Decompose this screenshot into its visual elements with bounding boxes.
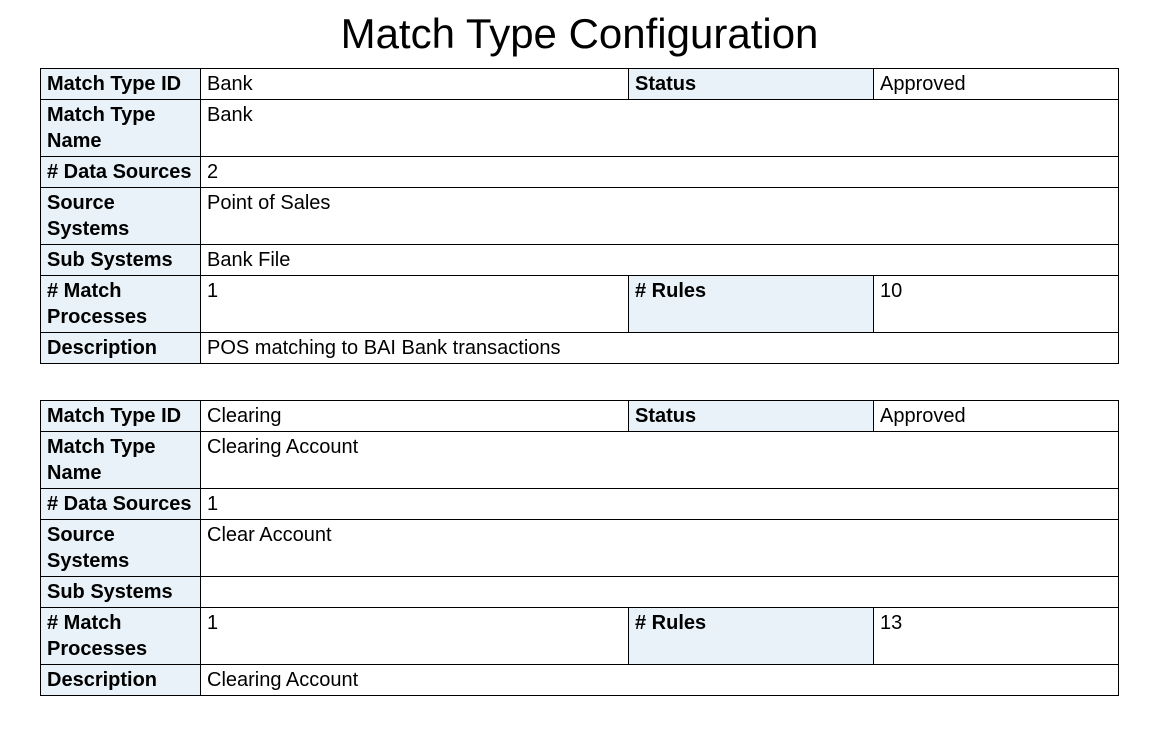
value-match-processes: 1: [201, 608, 629, 665]
value-data-sources: 1: [201, 489, 1119, 520]
value-match-type-id: Bank: [201, 69, 629, 100]
config-table: Match Type ID Clearing Status Approved M…: [40, 400, 1119, 696]
table-row: Source Systems Point of Sales: [41, 188, 1119, 245]
label-sub-systems: Sub Systems: [41, 245, 201, 276]
value-match-type-name: Clearing Account: [201, 432, 1119, 489]
label-data-sources: # Data Sources: [41, 157, 201, 188]
value-data-sources: 2: [201, 157, 1119, 188]
table-row: Match Type ID Bank Status Approved: [41, 69, 1119, 100]
label-match-type-name: Match Type Name: [41, 432, 201, 489]
value-sub-systems: Bank File: [201, 245, 1119, 276]
value-description: Clearing Account: [201, 665, 1119, 696]
label-sub-systems: Sub Systems: [41, 577, 201, 608]
label-match-type-name: Match Type Name: [41, 100, 201, 157]
table-row: # Data Sources 1: [41, 489, 1119, 520]
label-description: Description: [41, 333, 201, 364]
value-status: Approved: [874, 401, 1119, 432]
table-row: Description POS matching to BAI Bank tra…: [41, 333, 1119, 364]
table-row: Match Type Name Bank: [41, 100, 1119, 157]
config-table: Match Type ID Bank Status Approved Match…: [40, 68, 1119, 364]
label-status: Status: [629, 401, 874, 432]
label-match-type-id: Match Type ID: [41, 69, 201, 100]
table-row: Description Clearing Account: [41, 665, 1119, 696]
value-match-type-id: Clearing: [201, 401, 629, 432]
label-match-processes: # Match Processes: [41, 608, 201, 665]
label-source-systems: Source Systems: [41, 520, 201, 577]
label-status: Status: [629, 69, 874, 100]
label-rules: # Rules: [629, 608, 874, 665]
label-rules: # Rules: [629, 276, 874, 333]
value-rules: 10: [874, 276, 1119, 333]
value-description: POS matching to BAI Bank transactions: [201, 333, 1119, 364]
value-status: Approved: [874, 69, 1119, 100]
table-row: # Data Sources 2: [41, 157, 1119, 188]
value-rules: 13: [874, 608, 1119, 665]
table-row: Sub Systems: [41, 577, 1119, 608]
value-sub-systems: [201, 577, 1119, 608]
table-row: Source Systems Clear Account: [41, 520, 1119, 577]
value-match-type-name: Bank: [201, 100, 1119, 157]
table-row: Sub Systems Bank File: [41, 245, 1119, 276]
page-title: Match Type Configuration: [40, 10, 1119, 58]
value-match-processes: 1: [201, 276, 629, 333]
table-row: # Match Processes 1 # Rules 13: [41, 608, 1119, 665]
value-source-systems: Clear Account: [201, 520, 1119, 577]
label-match-processes: # Match Processes: [41, 276, 201, 333]
table-row: Match Type Name Clearing Account: [41, 432, 1119, 489]
table-row: Match Type ID Clearing Status Approved: [41, 401, 1119, 432]
value-source-systems: Point of Sales: [201, 188, 1119, 245]
label-match-type-id: Match Type ID: [41, 401, 201, 432]
label-source-systems: Source Systems: [41, 188, 201, 245]
table-row: # Match Processes 1 # Rules 10: [41, 276, 1119, 333]
label-description: Description: [41, 665, 201, 696]
label-data-sources: # Data Sources: [41, 489, 201, 520]
